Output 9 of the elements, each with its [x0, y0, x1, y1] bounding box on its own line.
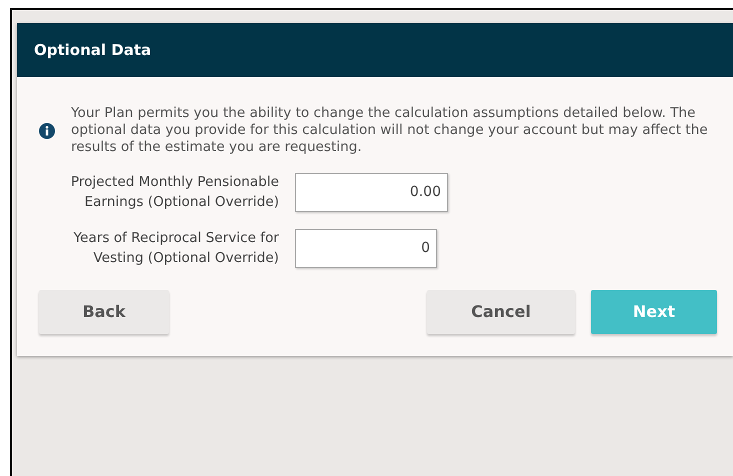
info-message: Your Plan permits you the ability to change the calculation assumptions detailed below. The optional data you provide for this calculation will not change your account but may affect the results of the estimate you are requesting.	[71, 105, 709, 156]
input-field[interactable]: 0.00	[295, 172, 448, 212]
info-icon	[39, 122, 55, 138]
field-label: Projected Monthly Pensionable Earnings (Optional Override)	[70, 173, 279, 212]
panel-title: Optional Data	[34, 40, 152, 61]
field-label: Years of Reciprocal Service for Vesting (Optional Override)	[72, 229, 279, 268]
button[interactable]: Back	[39, 290, 169, 334]
button[interactable]: Cancel	[427, 290, 575, 334]
input-field[interactable]: 0	[295, 228, 437, 268]
